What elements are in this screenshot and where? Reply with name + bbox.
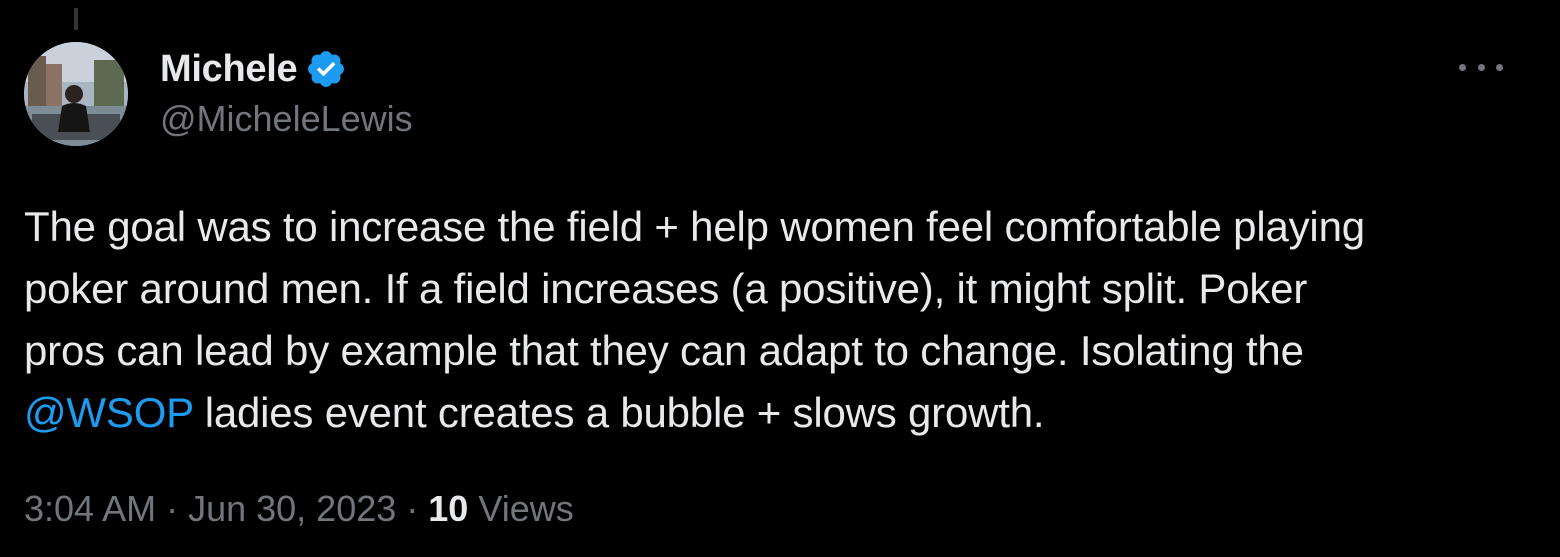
verified-badge-icon — [305, 48, 347, 90]
views-label: Views — [478, 488, 574, 529]
tweet-text: The goal was to increase the field + hel… — [24, 196, 1524, 444]
tweet-line: The goal was to increase the field + hel… — [24, 203, 1365, 250]
tweet-line: @WSOP ladies event creates a bubble + sl… — [24, 382, 1524, 444]
author-name-row: Michele — [160, 44, 347, 94]
tweet-line: pros can lead by example that they can a… — [24, 327, 1304, 374]
views-count: 10 — [428, 488, 469, 529]
meta-separator: · — [406, 488, 419, 529]
tweet-line: poker around men. If a field increases (… — [24, 265, 1308, 312]
avatar-photo — [24, 42, 128, 146]
more-dot — [1459, 63, 1466, 71]
tweet-meta: 3:04 AM · Jun 30, 2023 · 10 Views — [24, 488, 574, 530]
avatar[interactable] — [24, 42, 128, 146]
tweet-date[interactable]: Jun 30, 2023 — [188, 488, 396, 529]
meta-separator: · — [166, 488, 179, 529]
author-handle[interactable]: @MicheleLewis — [160, 98, 413, 140]
mention-link[interactable]: @WSOP — [24, 389, 193, 436]
thread-connector-line — [74, 8, 78, 30]
more-dot — [1477, 63, 1485, 71]
tweet-line-text: ladies event creates a bubble + slows gr… — [193, 389, 1045, 436]
author-display-name[interactable]: Michele — [160, 48, 298, 91]
more-horizontal-icon[interactable] — [1456, 50, 1506, 84]
tweet-time[interactable]: 3:04 AM — [24, 488, 156, 529]
more-dot — [1496, 63, 1503, 71]
